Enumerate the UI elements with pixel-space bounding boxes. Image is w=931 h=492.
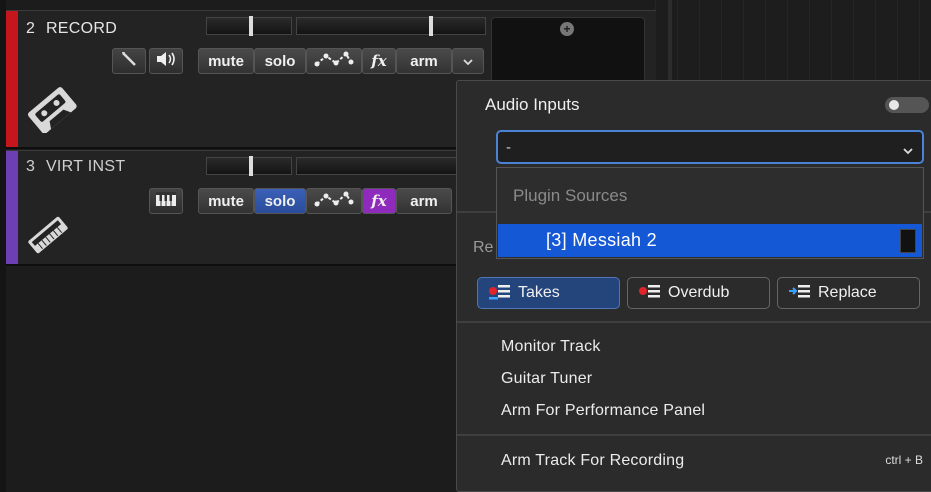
add-icon[interactable]: + xyxy=(560,22,574,36)
mute-button[interactable]: mute xyxy=(198,188,254,214)
record-section-label: Re xyxy=(473,239,494,256)
dropdown-group-label: Plugin Sources xyxy=(513,186,628,205)
toggle-knob xyxy=(889,100,899,110)
pan-fader-thumb[interactable] xyxy=(429,16,433,36)
fx-button[interactable]: fx xyxy=(362,188,396,214)
overdub-label: Overdub xyxy=(668,284,730,301)
track-color-strip xyxy=(6,151,18,264)
track-number: 3 xyxy=(26,158,36,175)
option-indicator xyxy=(900,229,916,253)
instrument-button[interactable] xyxy=(149,188,183,214)
menu-arm-track-for-recording[interactable]: Arm Track For Recording xyxy=(501,452,684,470)
track-name: VIRT INST xyxy=(45,158,126,175)
automation-icon xyxy=(314,50,354,72)
chevron-down-icon xyxy=(902,142,914,160)
overdub-mode-button[interactable]: Overdub xyxy=(627,277,770,309)
speaker-icon xyxy=(155,50,177,73)
option-label: [3] Messiah 2 xyxy=(546,230,657,250)
arm-track-shortcut: ctrl + B xyxy=(885,453,923,467)
audio-inputs-title: Audio Inputs xyxy=(485,95,580,114)
audio-input-select[interactable]: - xyxy=(496,130,924,164)
piano-keys-icon xyxy=(155,191,177,212)
select-value: - xyxy=(506,139,511,156)
arm-button[interactable]: arm xyxy=(396,48,452,74)
takes-icon xyxy=(488,282,512,305)
edit-button[interactable] xyxy=(112,48,146,74)
solo-button[interactable]: solo xyxy=(254,48,306,74)
track-name: RECORD xyxy=(45,20,118,37)
volume-fader[interactable] xyxy=(206,156,292,176)
insert-slot[interactable]: + xyxy=(491,17,645,83)
volume-fader-thumb[interactable] xyxy=(249,16,253,36)
arm-options-popup: Audio Inputs - Re Plugin Sources [3] Mes… xyxy=(456,80,931,492)
automation-icon xyxy=(314,190,354,212)
track-color-strip xyxy=(6,11,18,147)
replace-mode-button[interactable]: Replace xyxy=(777,277,920,309)
divider xyxy=(457,434,931,436)
fx-button[interactable]: fx xyxy=(362,48,396,74)
arm-dropdown-button[interactable] xyxy=(452,48,484,74)
automation-button[interactable] xyxy=(306,48,362,74)
track-number: 2 xyxy=(26,20,36,37)
replace-label: Replace xyxy=(818,284,877,301)
takes-mode-button[interactable]: Takes xyxy=(477,277,620,309)
audio-input-dropdown: Plugin Sources [3] Messiah 2 xyxy=(496,167,924,259)
pan-fader[interactable] xyxy=(296,16,486,36)
keyboard-icon xyxy=(24,215,72,260)
speaker-button[interactable] xyxy=(149,48,183,74)
takes-label: Takes xyxy=(518,284,560,301)
track-title[interactable]: 2 RECORD xyxy=(26,20,117,38)
menu-guitar-tuner[interactable]: Guitar Tuner xyxy=(501,370,592,388)
automation-button[interactable] xyxy=(306,188,362,214)
dropdown-option-messiah[interactable]: [3] Messiah 2 xyxy=(498,224,922,257)
arm-button[interactable]: arm xyxy=(396,188,452,214)
menu-monitor-track[interactable]: Monitor Track xyxy=(501,338,601,356)
volume-fader-thumb[interactable] xyxy=(249,156,253,176)
audio-inputs-toggle[interactable] xyxy=(885,97,929,113)
track-title[interactable]: 3 VIRT INST xyxy=(26,158,125,176)
overdub-icon xyxy=(638,282,662,305)
volume-fader[interactable] xyxy=(206,16,292,36)
solo-button[interactable]: solo xyxy=(254,188,306,214)
pan-fader[interactable] xyxy=(296,157,458,175)
cassette-icon xyxy=(24,87,80,138)
replace-icon xyxy=(788,282,812,305)
pencil-icon xyxy=(120,50,138,73)
mute-button[interactable]: mute xyxy=(198,48,254,74)
chevron-down-icon xyxy=(462,53,474,70)
menu-arm-performance-panel[interactable]: Arm For Performance Panel xyxy=(501,402,705,420)
divider xyxy=(457,321,931,323)
